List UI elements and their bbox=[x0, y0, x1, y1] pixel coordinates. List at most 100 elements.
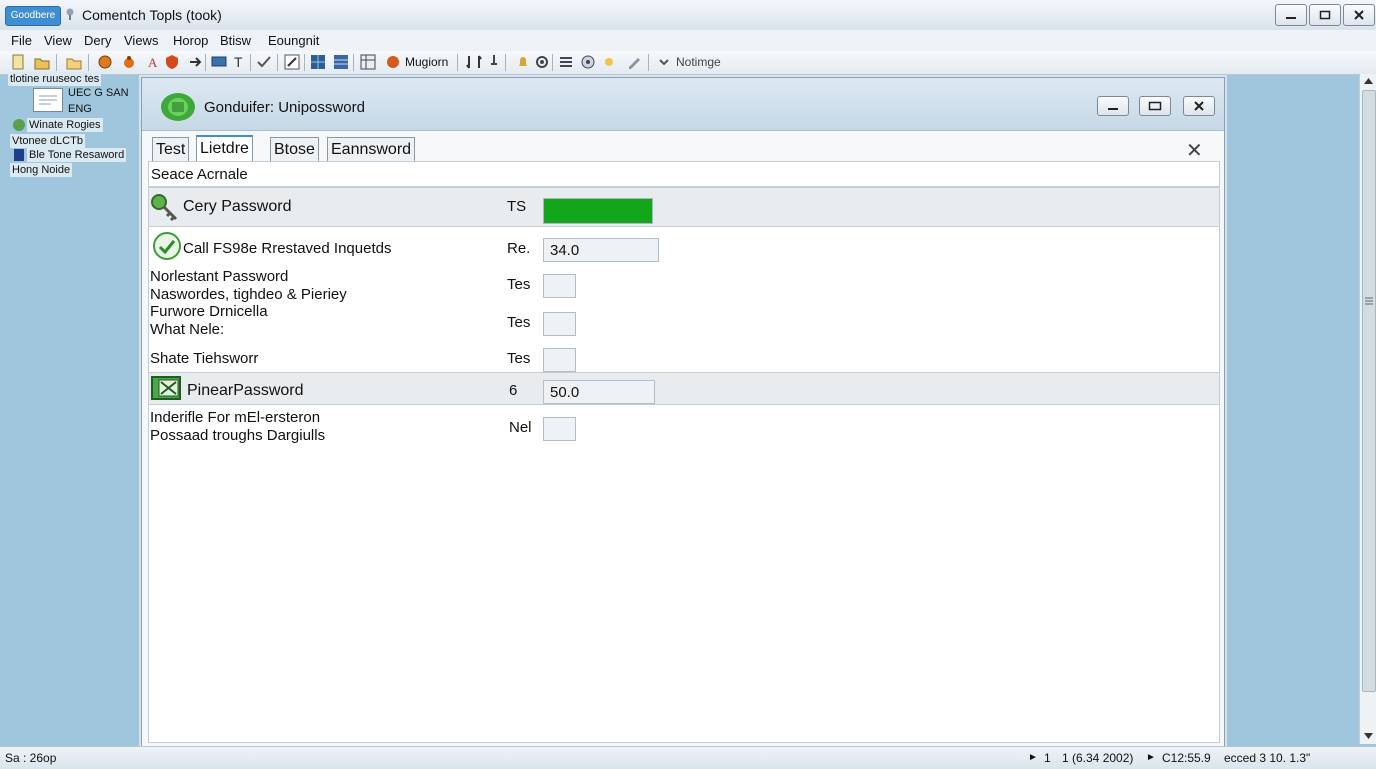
menu-horop[interactable]: Horop bbox=[173, 33, 208, 48]
checkbox[interactable] bbox=[543, 274, 576, 298]
password-dialog: Gonduifer: Unipossword Test Lietdre Btos… bbox=[141, 77, 1225, 747]
tree-item[interactable]: ENG bbox=[66, 102, 94, 116]
value-field[interactable]: 34.0 bbox=[543, 238, 659, 262]
globe-icon[interactable] bbox=[97, 54, 113, 70]
toolbar-separator bbox=[457, 54, 458, 71]
tree-item[interactable]: Ble Tone Resaword bbox=[27, 148, 127, 162]
close-icon bbox=[1354, 10, 1364, 20]
tree-item[interactable]: Winate Rogies bbox=[27, 118, 103, 132]
row-label-line1: Inderifle For mEl-ersteron bbox=[150, 409, 321, 426]
status-coords: 1 (6.34 2002) bbox=[1062, 751, 1134, 765]
row-label-line1: Furwore Drnicella bbox=[150, 303, 268, 320]
open-folder-icon[interactable] bbox=[34, 54, 50, 70]
grip-icon bbox=[1365, 297, 1373, 305]
dialog-minimize-button[interactable] bbox=[1097, 96, 1129, 116]
text-tool-icon[interactable]: T bbox=[231, 54, 247, 70]
globe-key-icon bbox=[161, 93, 195, 121]
font-icon[interactable]: A bbox=[145, 54, 161, 70]
vertical-scrollbar[interactable] bbox=[1359, 74, 1376, 744]
menu-btisw[interactable]: Btisw bbox=[220, 33, 251, 48]
pin-icon[interactable] bbox=[486, 54, 502, 70]
grid-icon[interactable] bbox=[310, 54, 326, 70]
record-icon[interactable] bbox=[385, 54, 401, 70]
sort-icon[interactable] bbox=[466, 54, 482, 70]
close-tab-icon[interactable]: ✕ bbox=[1186, 138, 1203, 163]
toolbar-separator bbox=[505, 54, 506, 71]
status-arrow-right: ► bbox=[1146, 752, 1156, 763]
window-title: Comentch Topls (took) bbox=[82, 7, 222, 23]
settings-icon[interactable] bbox=[534, 54, 550, 70]
toolbar-separator bbox=[56, 54, 57, 71]
menu-view[interactable]: View bbox=[44, 33, 72, 48]
tree-item[interactable]: Hong Noide bbox=[10, 163, 73, 177]
new-file-icon[interactable] bbox=[10, 54, 26, 70]
edit-icon[interactable] bbox=[284, 54, 300, 70]
scroll-down-icon[interactable] bbox=[1364, 732, 1373, 740]
list-icon[interactable] bbox=[558, 54, 574, 70]
password-field-icon bbox=[151, 376, 181, 400]
row-code: TS bbox=[507, 198, 527, 215]
row-code: Tes bbox=[507, 276, 531, 293]
menu-dery[interactable]: Dery bbox=[84, 33, 111, 48]
dialog-content: Seace Acrnale Cery Password TS Call FS98… bbox=[148, 161, 1220, 743]
row-code: 6 bbox=[509, 382, 518, 399]
tab-btose[interactable]: Btose bbox=[270, 137, 319, 161]
checkbox[interactable] bbox=[543, 417, 576, 441]
pin-icon bbox=[64, 8, 76, 20]
window-titlebar: Goodbere Comentch Topls (took) bbox=[0, 0, 1376, 31]
row-code: Re. bbox=[507, 240, 531, 257]
tree-item[interactable]: Vtonee dLCTb bbox=[10, 134, 85, 148]
status-bar: Sa : 26op ► 1 1 (6.34 2002) ► C12:55.9 e… bbox=[0, 746, 1376, 769]
close-button[interactable] bbox=[1343, 4, 1375, 26]
scrollbar-thumb[interactable] bbox=[1362, 90, 1376, 692]
toolbar-separator bbox=[277, 54, 278, 71]
menu-views[interactable]: Views bbox=[124, 33, 158, 48]
menu-bar: File View Dery Views Horop Btisw Eoungni… bbox=[0, 30, 1376, 52]
folder-icon[interactable] bbox=[66, 54, 82, 70]
menu-file[interactable]: File bbox=[11, 33, 32, 48]
tab-lietdre[interactable]: Lietdre bbox=[196, 135, 253, 163]
maximize-icon bbox=[1319, 10, 1331, 20]
tab-eannsword[interactable]: Eannsword bbox=[327, 137, 416, 161]
monitor-icon[interactable] bbox=[211, 54, 227, 70]
toolbar: A T Mugiorn Notimge bbox=[0, 51, 1376, 75]
arrow-right-icon[interactable] bbox=[188, 54, 204, 70]
toolbar-label-notimge[interactable]: Notimge bbox=[676, 55, 721, 69]
table-icon[interactable] bbox=[333, 54, 349, 70]
row-label-line2: Naswordes, tighdeo & Pieriey bbox=[150, 286, 347, 303]
row-label: Shate Tiehsworr bbox=[150, 350, 259, 367]
scroll-up-icon[interactable] bbox=[1364, 77, 1373, 85]
globe-check-icon bbox=[153, 232, 181, 260]
svg-text:T: T bbox=[234, 54, 243, 70]
row-pinear-password bbox=[149, 372, 1219, 405]
checkmark-icon[interactable] bbox=[256, 54, 272, 70]
shield-icon[interactable] bbox=[164, 54, 180, 70]
value-field[interactable]: 50.0 bbox=[543, 380, 655, 404]
checkbox[interactable] bbox=[543, 348, 576, 372]
sun-icon[interactable] bbox=[601, 54, 617, 70]
gear-icon[interactable] bbox=[580, 54, 596, 70]
row-label-line1: Norlestant Password bbox=[150, 268, 289, 285]
app-badge[interactable]: Goodbere bbox=[5, 6, 61, 26]
dialog-close-button[interactable] bbox=[1183, 96, 1215, 116]
close-icon bbox=[1194, 101, 1204, 111]
strength-progress-bar bbox=[543, 198, 653, 224]
row-label: Cery Password bbox=[183, 198, 292, 215]
dropdown-icon[interactable] bbox=[656, 54, 672, 70]
progress-fill bbox=[544, 199, 652, 223]
tree-item[interactable]: tlotine ruuseoc tes bbox=[8, 72, 102, 86]
bell-icon[interactable] bbox=[515, 54, 531, 70]
checkbox[interactable] bbox=[543, 312, 576, 336]
edit-pencil-icon[interactable] bbox=[626, 54, 642, 70]
bug-icon[interactable] bbox=[121, 54, 137, 70]
toolbar-label-mugiorn[interactable]: Mugiorn bbox=[405, 55, 448, 69]
menu-eoungnit[interactable]: Eoungnit bbox=[268, 33, 319, 48]
maximize-button[interactable] bbox=[1309, 4, 1341, 26]
minimize-button[interactable] bbox=[1275, 4, 1307, 26]
svg-text:A: A bbox=[148, 55, 158, 70]
tab-test[interactable]: Test bbox=[152, 137, 190, 161]
dialog-maximize-button[interactable] bbox=[1139, 96, 1171, 116]
row-label-line2: What Nele: bbox=[150, 321, 225, 338]
tree-item[interactable]: UEC G SAN bbox=[66, 86, 131, 100]
layout-icon[interactable] bbox=[360, 54, 376, 70]
